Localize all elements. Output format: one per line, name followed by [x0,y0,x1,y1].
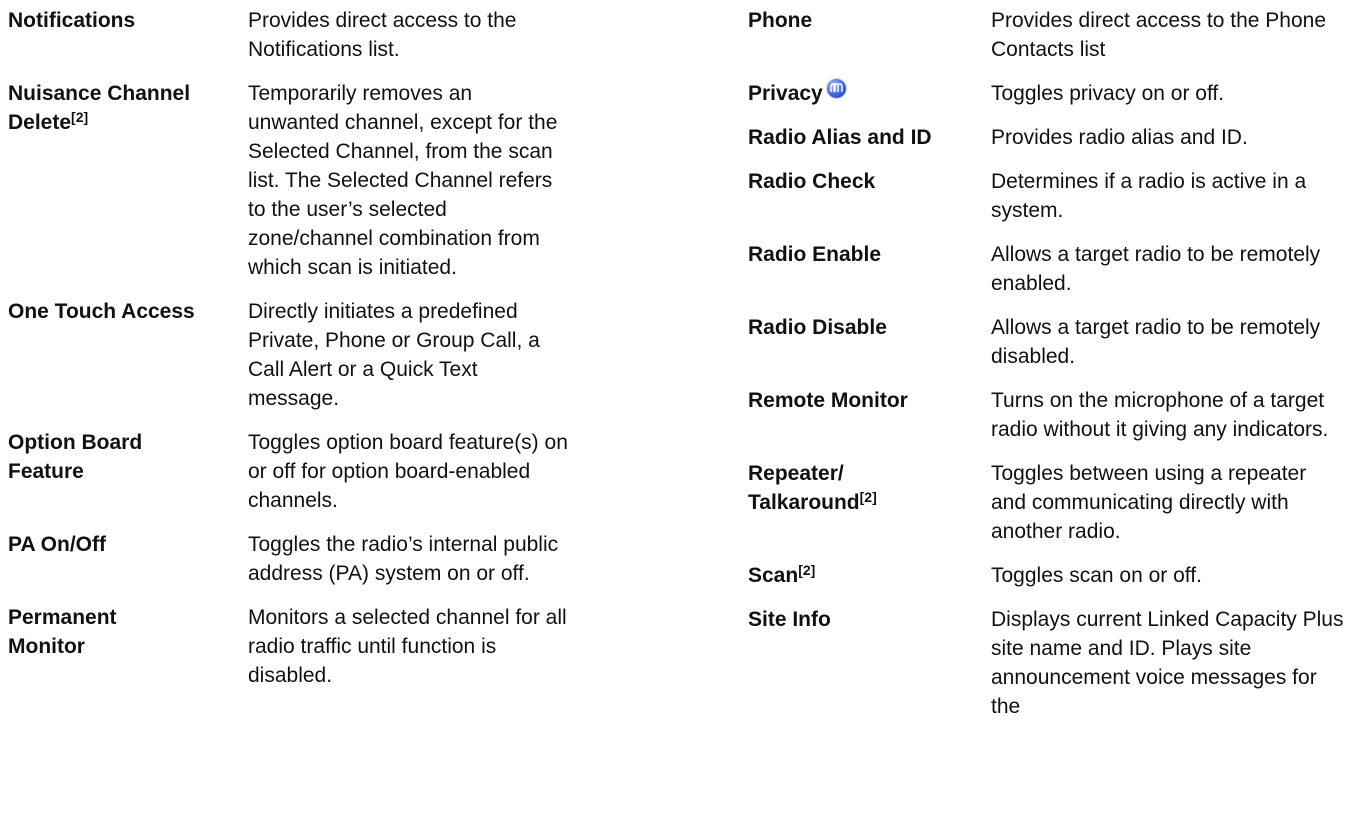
entry-one-touch-access: One Touch Access Directly initiates a pr… [8,297,668,413]
description: Provides direct access to the Notificati… [248,9,517,61]
description: Determines if a radio is active in a sys… [991,170,1307,222]
term: Phone [748,9,813,32]
term: Nuisance Channel Delete[2] [8,82,191,134]
footnote-ref: [2] [798,562,816,578]
privacy-icon [826,79,846,98]
entry-permanent-monitor: Permanent Monitor Monitors a selected ch… [8,603,668,690]
term: Scan[2] [748,562,816,587]
entry-notifications: Notifications Provides direct access to … [8,6,668,64]
description: Displays current Linked Capacity Plus si… [991,608,1344,718]
description: Toggles scan on or off. [991,564,1202,587]
entry-scan: Scan[2] Toggles scan on or off. [748,561,1348,590]
right-column: Phone Provides direct access to the Phon… [748,6,1348,736]
entry-privacy: Privacy Toggles privacy on or off. [748,79,1348,108]
term: Radio Enable [748,243,882,266]
term: Radio Check [748,170,876,193]
description: Toggles option board feature(s) on or of… [248,431,568,512]
description: Monitors a selected channel for all radi… [248,606,567,687]
entry-phone: Phone Provides direct access to the Phon… [748,6,1348,64]
description: Turns on the microphone of a target radi… [991,389,1329,441]
term: Radio Alias and ID [748,126,932,149]
entry-radio-enable: Radio Enable Allows a target radio to be… [748,240,1348,298]
entry-site-info: Site Info Displays current Linked Capaci… [748,605,1348,721]
description: Toggles between using a repeater and com… [991,462,1307,543]
description: Temporarily removes an unwanted channel,… [248,82,558,279]
term: Radio Disable [748,316,887,339]
entry-repeater-talkaround: Repeater/ Talkaround[2] Toggles between … [748,459,1348,546]
term: Option Board Feature [8,431,143,483]
description: Provides radio alias and ID. [991,126,1248,149]
term: One Touch Access [8,300,195,323]
entry-radio-check: Radio Check Determines if a radio is act… [748,167,1348,225]
term: Notifications [8,9,136,32]
entry-nuisance-channel-delete: Nuisance Channel Delete[2] Temporarily r… [8,79,668,282]
term: Privacy [748,79,991,108]
term: Permanent Monitor [8,606,117,658]
footnote-ref: [2] [71,109,89,125]
entry-pa-on-off: PA On/Off Toggles the radio’s internal p… [8,530,668,588]
footnote-ref: [2] [859,489,877,505]
term: Remote Monitor [748,389,908,412]
term: Repeater/ Talkaround[2] [748,462,877,514]
term: Site Info [748,608,831,631]
entry-option-board-feature: Option Board Feature Toggles option boar… [8,428,668,515]
description: Directly initiates a predefined Private,… [248,300,540,410]
description: Allows a target radio to be remotely dis… [991,316,1321,368]
description: Provides direct access to the Phone Cont… [991,9,1327,61]
entry-remote-monitor: Remote Monitor Turns on the microphone o… [748,386,1348,444]
entry-radio-alias-and-id: Radio Alias and ID Provides radio alias … [748,123,1348,152]
description: Allows a target radio to be remotely ena… [991,243,1321,295]
left-column: Notifications Provides direct access to … [8,6,668,705]
description: Toggles privacy on or off. [991,82,1225,105]
term: PA On/Off [8,533,106,556]
description: Toggles the radio’s internal public addr… [248,533,559,585]
entry-radio-disable: Radio Disable Allows a target radio to b… [748,313,1348,371]
